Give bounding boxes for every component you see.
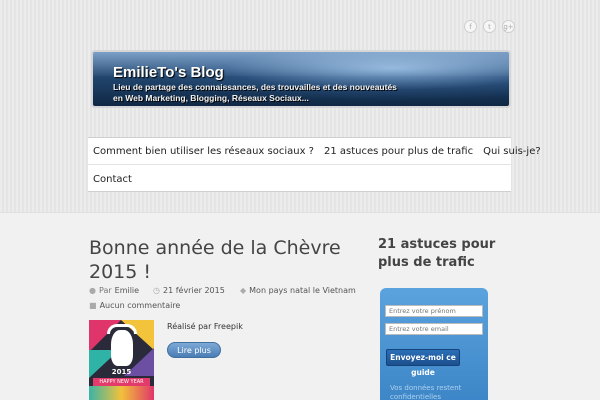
- post-category-link[interactable]: Mon pays natal le Vietnam: [249, 286, 356, 295]
- privacy-note: Vos données restent confidentielles: [390, 384, 462, 400]
- post-comments: ■ Aucun commentaire: [89, 301, 180, 310]
- goat-icon: [111, 330, 133, 366]
- nav-item-astuces-trafic[interactable]: 21 astuces pour plus de trafic: [319, 146, 478, 157]
- post-author: ● Par Emilie: [89, 286, 139, 295]
- nav-item-contact[interactable]: Contact: [88, 174, 137, 185]
- post-author-name[interactable]: Emilie: [115, 286, 139, 295]
- blog-tagline-line2: en Web Marketing, Blogging, Réseaux Soci…: [113, 93, 309, 103]
- post-thumbnail[interactable]: 2015 HAPPY NEW YEAR: [89, 320, 154, 400]
- nav-row: Comment bien utiliser les réseaux sociau…: [88, 138, 541, 165]
- read-more-button[interactable]: Lire plus: [167, 342, 221, 358]
- blog-title: EmilieTo's Blog: [113, 64, 224, 81]
- main-navigation: Comment bien utiliser les réseaux sociau…: [88, 137, 541, 193]
- nav-row: Contact: [88, 166, 511, 193]
- twitter-icon[interactable]: t: [483, 20, 496, 33]
- post-comments-link[interactable]: Aucun commentaire: [100, 301, 181, 310]
- sidebar-widget-title: 21 astuces pour plus de trafic: [378, 237, 496, 270]
- social-links: f t g+: [464, 20, 515, 33]
- nav-item-qui-suis-je[interactable]: Qui suis-je?: [478, 146, 546, 157]
- google-plus-icon[interactable]: g+: [502, 20, 515, 33]
- clock-icon: ◷: [153, 286, 160, 295]
- thumb-footer: [89, 386, 154, 400]
- submit-guide-button[interactable]: Envoyez-moi ce guide: [386, 349, 460, 377]
- post-excerpt: Réalisé par Freepik: [167, 322, 243, 331]
- tag-icon: ◆: [240, 286, 247, 295]
- comment-icon: ■: [89, 301, 97, 310]
- optin-form: Envoyez-moi ce guide Vos données restent…: [380, 288, 488, 400]
- blog-banner[interactable]: EmilieTo's Blog Lieu de partage des conn…: [91, 50, 511, 108]
- post-date: ◷ 21 février 2015: [153, 286, 225, 295]
- thumb-caption: HAPPY NEW YEAR: [93, 378, 150, 386]
- nav-item-reseaux-sociaux[interactable]: Comment bien utiliser les réseaux sociau…: [88, 146, 319, 157]
- blog-tagline-line1: Lieu de partage des connaissances, des t…: [113, 82, 397, 92]
- thumb-year: 2015: [111, 368, 132, 376]
- post-author-prefix: Par: [98, 286, 112, 295]
- post-date-value[interactable]: 21 février 2015: [163, 286, 225, 295]
- email-field[interactable]: [385, 323, 483, 335]
- user-icon: ●: [89, 286, 96, 295]
- facebook-icon[interactable]: f: [464, 20, 477, 33]
- post-title[interactable]: Bonne année de la Chèvre 2015 !: [89, 236, 359, 284]
- post-category: ◆ Mon pays natal le Vietnam: [240, 286, 356, 295]
- firstname-field[interactable]: [385, 305, 483, 317]
